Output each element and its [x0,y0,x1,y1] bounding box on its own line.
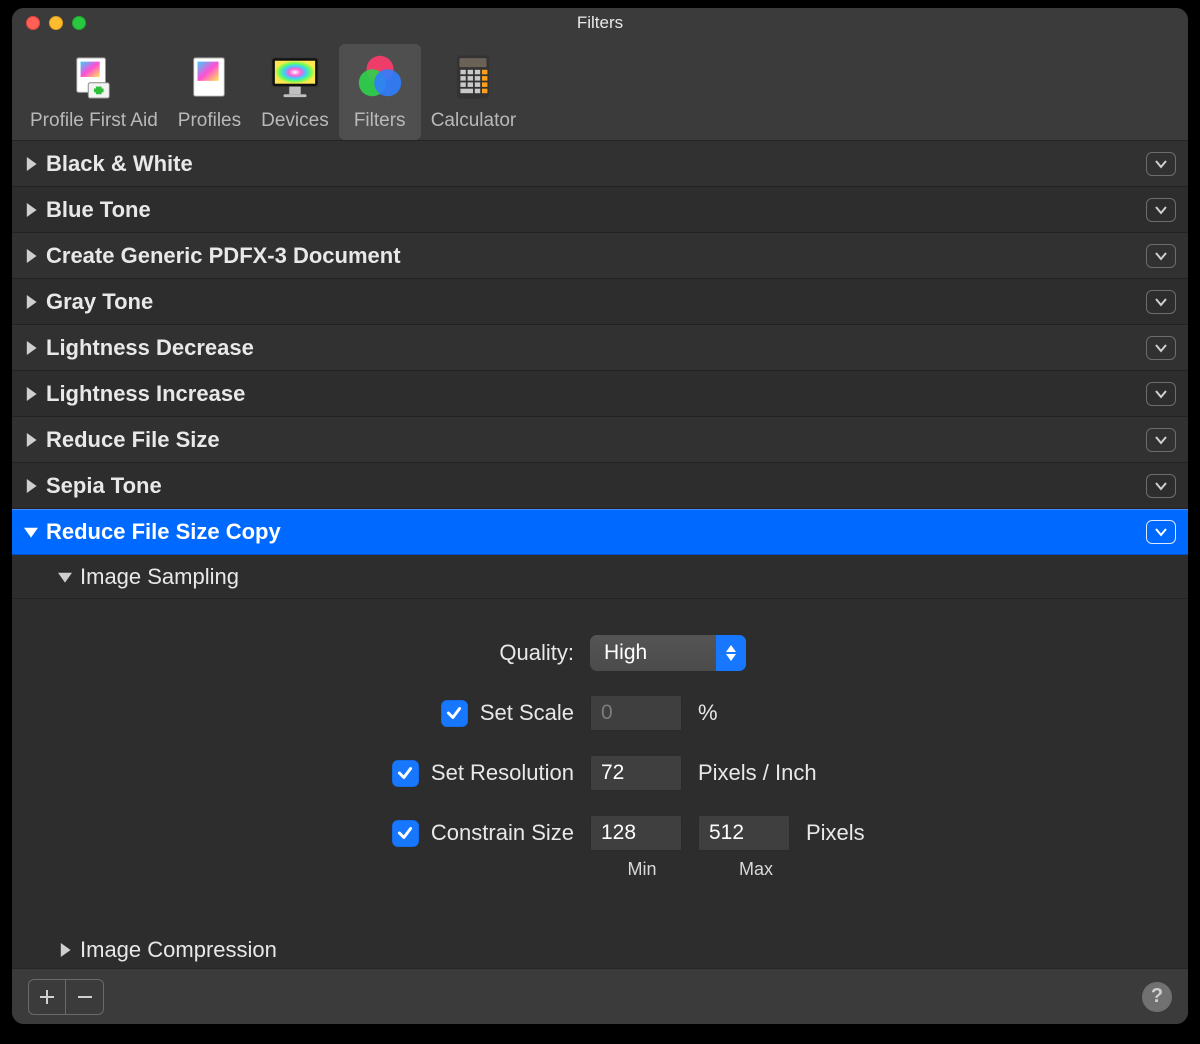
toolbar-calculator[interactable]: Calculator [421,44,527,140]
set-scale-row: Set Scale 0 % [12,683,1188,743]
max-caption: Max [710,859,802,880]
filter-name: Reduce File Size [46,427,1138,453]
set-resolution-label: Set Resolution [431,760,574,786]
filter-row[interactable]: Black & White [12,141,1188,187]
filter-actions-button[interactable] [1146,198,1176,222]
disclosure-right-icon [24,479,38,493]
filter-list: Black & White Blue Tone Create Generic P… [12,141,1188,968]
section-image-compression[interactable]: Image Compression [12,928,1188,968]
toolbar-devices[interactable]: Devices [251,44,339,140]
toolbar-profiles[interactable]: Profiles [168,44,251,140]
footer: ? [12,968,1188,1024]
remove-button[interactable] [66,979,104,1015]
max-size-input[interactable]: 512 [698,815,790,851]
image-sampling-props: Quality: High Set Scale [12,599,1188,928]
quality-select[interactable]: High [590,635,746,671]
window: Filters Profile First Aid [12,8,1188,1024]
toolbar-label: Devices [261,110,329,132]
disclosure-right-icon [58,943,72,957]
toolbar-label: Calculator [431,110,517,132]
filter-row[interactable]: Reduce File Size [12,417,1188,463]
help-button[interactable]: ? [1142,982,1172,1012]
filter-name: Lightness Decrease [46,335,1138,361]
minimize-icon[interactable] [49,16,63,30]
filter-row[interactable]: Sepia Tone [12,463,1188,509]
set-resolution-row: Set Resolution 72 Pixels / Inch [12,743,1188,803]
filter-actions-button[interactable] [1146,382,1176,406]
quality-value: High [604,641,647,665]
min-max-captions: Min Max [596,859,1188,880]
help-icon: ? [1151,985,1163,1008]
min-size-input[interactable]: 128 [590,815,682,851]
resolution-unit: Pixels / Inch [698,760,817,786]
constrain-size-label: Constrain Size [431,820,574,846]
quality-row: Quality: High [12,623,1188,683]
filter-name: Lightness Increase [46,381,1138,407]
disclosure-right-icon [24,157,38,171]
resolution-input[interactable]: 72 [590,755,682,791]
window-title: Filters [12,13,1188,33]
toolbar-profile-first-aid[interactable]: Profile First Aid [20,44,168,140]
filter-actions-button[interactable] [1146,336,1176,360]
set-scale-checkbox[interactable] [441,700,468,727]
devices-icon [264,48,326,106]
filter-actions-button[interactable] [1146,520,1176,544]
scale-input[interactable]: 0 [590,695,682,731]
filter-actions-button[interactable] [1146,428,1176,452]
disclosure-down-icon [58,570,72,584]
disclosure-right-icon [24,433,38,447]
filter-name: Reduce File Size Copy [46,519,1138,545]
quality-label: Quality: [499,640,574,666]
size-unit: Pixels [806,820,865,846]
filters-icon [349,48,411,106]
select-arrows-icon [716,635,746,671]
filter-actions-button[interactable] [1146,152,1176,176]
disclosure-right-icon [24,295,38,309]
toolbar-label: Profiles [178,110,241,132]
filter-row[interactable]: Lightness Decrease [12,325,1188,371]
filter-name: Gray Tone [46,289,1138,315]
set-scale-label: Set Scale [480,700,574,726]
constrain-size-checkbox[interactable] [392,820,419,847]
add-button[interactable] [28,979,66,1015]
filter-name: Black & White [46,151,1138,177]
toolbar-filters[interactable]: Filters [339,44,421,140]
minus-icon [76,988,94,1006]
filter-row[interactable]: Create Generic PDFX-3 Document [12,233,1188,279]
disclosure-down-icon [24,525,38,539]
filter-name: Blue Tone [46,197,1138,223]
disclosure-right-icon [24,203,38,217]
toolbar-label: Profile First Aid [30,110,158,132]
set-resolution-checkbox[interactable] [392,760,419,787]
profile-first-aid-icon [63,48,125,106]
add-remove-group [28,979,104,1015]
calculator-icon [442,48,504,106]
disclosure-right-icon [24,341,38,355]
zoom-icon[interactable] [72,16,86,30]
filter-row[interactable]: Gray Tone [12,279,1188,325]
filter-row-selected[interactable]: Reduce File Size Copy [12,509,1188,555]
titlebar: Filters [12,8,1188,38]
filter-name: Sepia Tone [46,473,1138,499]
profiles-icon [178,48,240,106]
toolbar: Profile First Aid Profiles [12,38,1188,141]
section-label: Image Sampling [80,564,239,590]
filter-actions-button[interactable] [1146,474,1176,498]
filter-actions-button[interactable] [1146,244,1176,268]
filter-row[interactable]: Lightness Increase [12,371,1188,417]
traffic-lights [12,16,86,30]
section-label: Image Compression [80,937,277,963]
filter-row[interactable]: Blue Tone [12,187,1188,233]
constrain-size-row: Constrain Size 128 512 Pixels [12,803,1188,863]
scale-unit: % [698,700,718,726]
min-caption: Min [596,859,688,880]
section-image-sampling[interactable]: Image Sampling [12,555,1188,599]
filter-name: Create Generic PDFX-3 Document [46,243,1138,269]
disclosure-right-icon [24,249,38,263]
filter-actions-button[interactable] [1146,290,1176,314]
plus-icon [38,988,56,1006]
toolbar-label: Filters [354,110,406,132]
disclosure-right-icon [24,387,38,401]
close-icon[interactable] [26,16,40,30]
